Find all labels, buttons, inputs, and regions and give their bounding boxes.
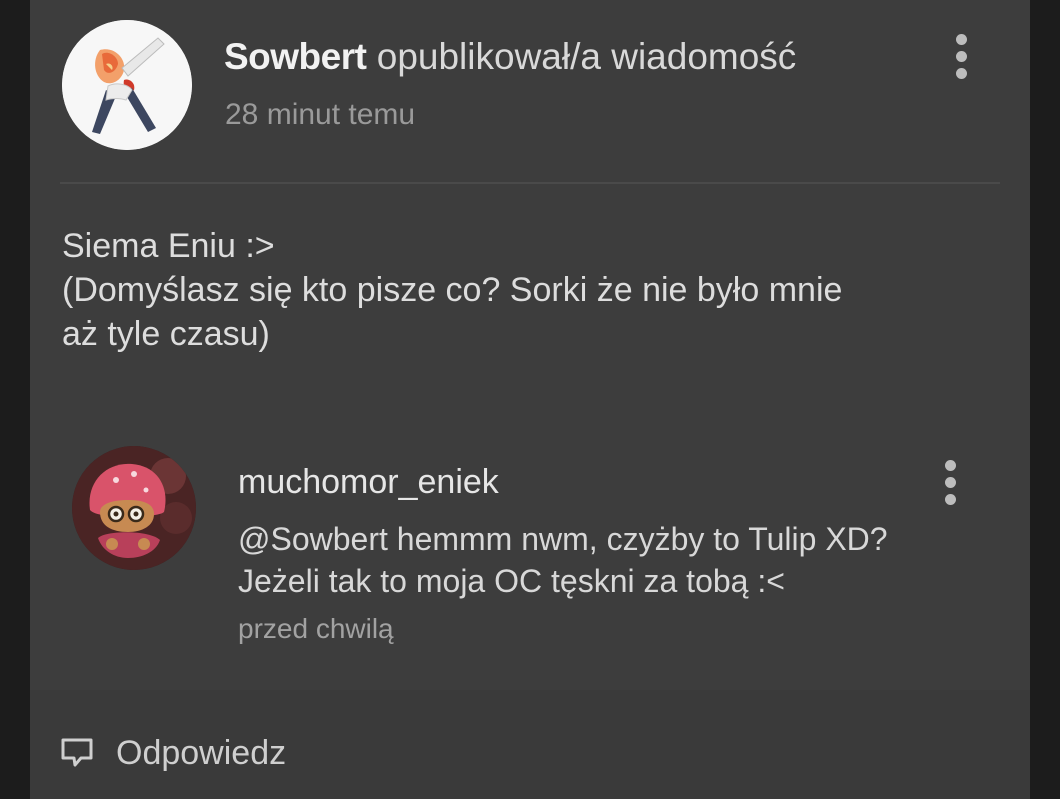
- post-footer: Odpowiedz: [30, 690, 1030, 799]
- reply-text-line: Jeżeli tak to moja OC tęskni za tobą :<: [238, 563, 785, 599]
- mushroom-cookie-avatar-icon: [72, 446, 196, 570]
- post-timestamp: 28 minut temu: [225, 98, 416, 131]
- post-action-text: opublikował/a wiadomość: [376, 36, 797, 77]
- reply-text-line: @Sowbert hemmm nwm, czyżby to Tulip XD?: [238, 521, 888, 557]
- post-message: Siema Eniu :> (Domyślasz się kto pisze c…: [62, 224, 992, 356]
- message-line: (Domyślasz się kto pisze co? Sorki że ni…: [62, 271, 843, 309]
- reply-more-vertical-icon[interactable]: [941, 456, 961, 510]
- reply-author-avatar[interactable]: [72, 446, 196, 570]
- anime-character-avatar-icon: [62, 20, 192, 150]
- reply-timestamp: przed chwilą: [238, 613, 394, 644]
- message-line: aż tyle czasu): [62, 315, 270, 353]
- reply-text: @Sowbert hemmm nwm, czyżby to Tulip XD? …: [238, 518, 888, 602]
- header-divider: [60, 182, 1000, 184]
- post-card: Sowbert opublikował/a wiadomość 28 minut…: [30, 0, 1030, 799]
- author-name[interactable]: Sowbert: [224, 36, 367, 77]
- post-header: Sowbert opublikował/a wiadomość: [224, 36, 796, 78]
- reply-author-name[interactable]: muchomor_eniek: [238, 463, 499, 502]
- comment-bubble-icon: [61, 738, 93, 767]
- author-avatar[interactable]: [62, 20, 192, 150]
- message-line: Siema Eniu :>: [62, 227, 275, 265]
- reply-button[interactable]: Odpowiedz: [60, 728, 286, 778]
- reply-button-label: Odpowiedz: [116, 733, 287, 772]
- post-more-vertical-icon[interactable]: [952, 30, 972, 84]
